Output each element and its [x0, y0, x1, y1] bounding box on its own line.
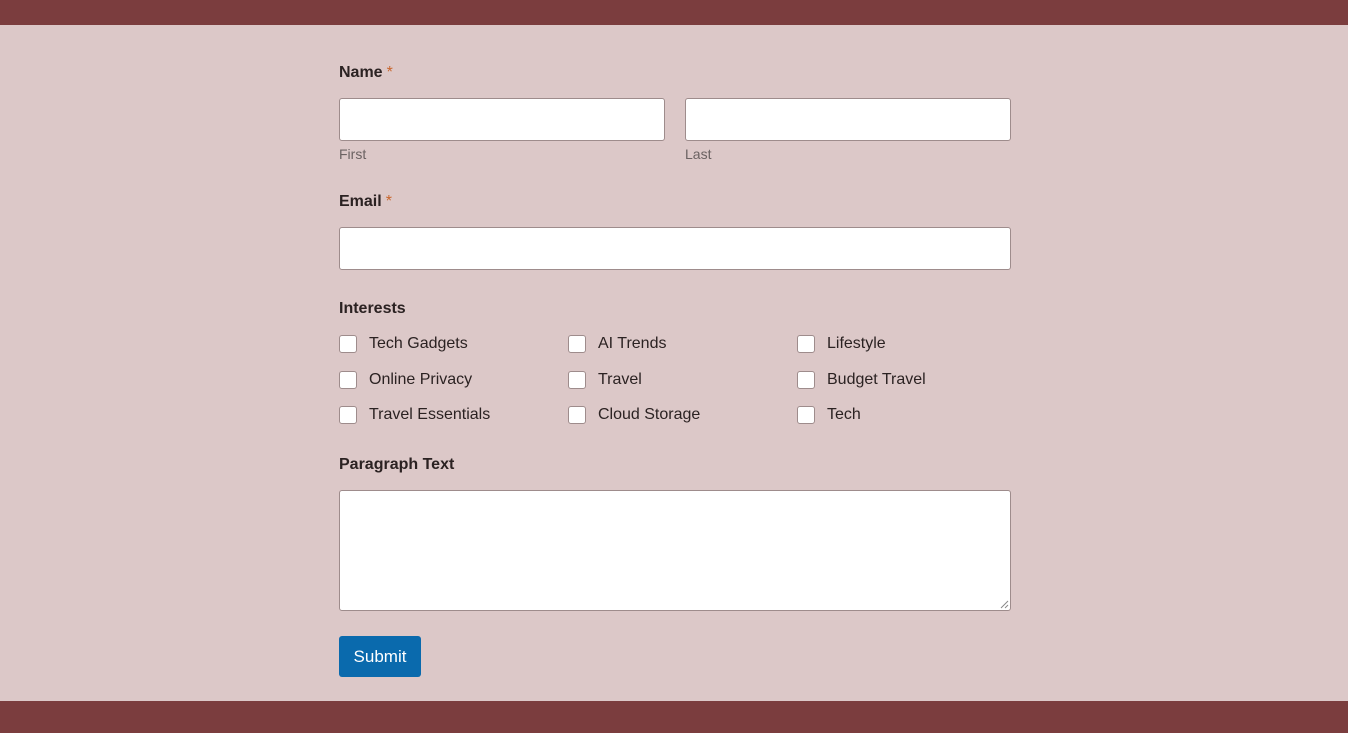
required-marker: * — [386, 64, 393, 81]
interest-option[interactable]: Tech — [797, 403, 861, 427]
required-marker: * — [385, 193, 392, 210]
name-label-text: Name — [339, 64, 383, 81]
email-label-text: Email — [339, 193, 382, 210]
checkbox[interactable] — [339, 406, 357, 424]
interest-option[interactable]: AI Trends — [568, 332, 666, 356]
last-name-sublabel: Last — [685, 146, 712, 162]
submit-button[interactable]: Submit — [339, 636, 421, 677]
email-input[interactable] — [339, 227, 1011, 270]
checkbox-label: Budget Travel — [827, 371, 926, 388]
interests-row: Travel Essentials Cloud Storage Tech — [339, 403, 1011, 427]
interest-option[interactable]: Tech Gadgets — [339, 332, 468, 356]
footer-bar — [0, 701, 1348, 733]
checkbox[interactable] — [568, 371, 586, 389]
checkbox-label: Online Privacy — [369, 371, 473, 388]
checkbox[interactable] — [568, 406, 586, 424]
checkbox[interactable] — [339, 335, 357, 353]
interests-row: Online Privacy Travel Budget Travel — [339, 368, 1011, 392]
paragraph-label: Paragraph Text — [339, 456, 455, 473]
header-bar — [0, 0, 1348, 25]
resize-handle-icon[interactable] — [999, 599, 1009, 609]
email-label: Email * — [339, 193, 392, 211]
checkbox-label: Travel — [598, 371, 642, 388]
checkbox-label: Tech Gadgets — [369, 335, 468, 352]
first-name-sublabel: First — [339, 146, 367, 162]
paragraph-textarea[interactable] — [339, 490, 1011, 611]
interests-label: Interests — [339, 300, 406, 317]
checkbox-label: Lifestyle — [827, 335, 886, 352]
checkbox-label: Travel Essentials — [369, 406, 491, 423]
checkbox[interactable] — [339, 371, 357, 389]
interests-row: Tech Gadgets AI Trends Lifestyle — [339, 332, 1011, 356]
checkbox[interactable] — [797, 406, 815, 424]
checkbox-label: Cloud Storage — [598, 406, 701, 423]
interest-option[interactable]: Travel Essentials — [339, 403, 490, 427]
checkbox[interactable] — [797, 335, 815, 353]
first-name-input[interactable] — [339, 98, 665, 141]
interest-option[interactable]: Cloud Storage — [568, 403, 700, 427]
last-name-input[interactable] — [685, 98, 1011, 141]
checkbox-label: AI Trends — [598, 335, 667, 352]
interest-option[interactable]: Lifestyle — [797, 332, 886, 356]
checkbox-label: Tech — [827, 406, 861, 423]
checkbox[interactable] — [568, 335, 586, 353]
interest-option[interactable]: Budget Travel — [797, 368, 926, 392]
checkbox[interactable] — [797, 371, 815, 389]
interest-option[interactable]: Online Privacy — [339, 368, 472, 392]
interest-option[interactable]: Travel — [568, 368, 642, 392]
name-label: Name * — [339, 64, 393, 82]
